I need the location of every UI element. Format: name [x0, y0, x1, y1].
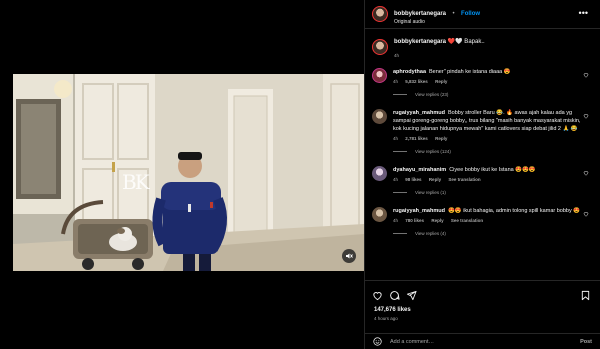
view-replies-label: View replies (124): [415, 149, 451, 154]
action-bar: [365, 281, 600, 303]
separator-dot: •: [452, 10, 455, 17]
see-translation-button[interactable]: See translation: [448, 177, 480, 182]
author-avatar[interactable]: [372, 6, 388, 22]
post-video[interactable]: BK: [13, 74, 364, 271]
commenter-avatar[interactable]: [372, 68, 387, 83]
comment-like-icon[interactable]: [583, 211, 589, 217]
post-side-panel: bobbykertanegara • Follow Original audio…: [364, 0, 600, 349]
author-username[interactable]: bobbykertanegara: [394, 11, 446, 17]
comment-reply-button[interactable]: Reply: [435, 136, 447, 141]
caption-time: 4h: [394, 53, 400, 58]
commenter-avatar[interactable]: [372, 109, 387, 124]
view-replies-button[interactable]: View replies (23): [393, 92, 593, 97]
bookmark-icon[interactable]: [580, 290, 591, 301]
comment-item: rugaiyyah_mahmud Bobby stroller Baru 😂. 🔥…: [372, 109, 593, 141]
post-comment-button[interactable]: Post: [580, 339, 592, 345]
comment-item: dyahayu_mirahanim Ciyee bobby ikut ke Ist…: [372, 166, 593, 182]
video-frame: [13, 74, 364, 271]
media-pane: BK: [0, 0, 364, 349]
comment-time: 4h: [393, 136, 399, 141]
commenter-username[interactable]: dyahayu_mirahanim: [393, 167, 446, 173]
post-likes-count[interactable]: 147,676 likes: [365, 303, 600, 313]
comment-likes[interactable]: 2,781 likes: [405, 136, 428, 141]
comment-item: aphrodythaa Bener" pindah ke istana diaaa…: [372, 68, 593, 84]
comment-reply-button[interactable]: Reply: [429, 177, 441, 182]
view-replies-label: View replies (1): [415, 190, 446, 195]
commenter-username[interactable]: rugaiyyah_mahmud: [393, 110, 445, 116]
comment-reply-button[interactable]: Reply: [431, 218, 443, 223]
commenter-avatar[interactable]: [372, 166, 387, 181]
post-header: bobbykertanegara • Follow Original audio…: [365, 0, 600, 29]
replies-divider: [393, 94, 407, 95]
comment-reply-button[interactable]: Reply: [435, 79, 447, 84]
comment-likes[interactable]: 98 likes: [405, 177, 421, 182]
replies-divider: [393, 233, 407, 234]
see-translation-button[interactable]: See translation: [451, 218, 483, 223]
share-icon[interactable]: [406, 290, 417, 301]
comment-text: Bener" pindah ke istana diaaa 😍: [429, 69, 511, 75]
caption-avatar[interactable]: [372, 39, 388, 55]
view-replies-label: View replies (4): [415, 231, 446, 236]
video-watermark: BK: [122, 170, 150, 194]
post-caption: bobbykertanegara ❤️🤍 Bapak.. 4h: [372, 30, 593, 60]
comment-text: 😍😍 ikut bahagia, admin tolong spill kama…: [447, 208, 581, 214]
comment-like-icon[interactable]: [583, 113, 589, 119]
commenter-avatar[interactable]: [372, 207, 387, 222]
comment-likes[interactable]: 780 likes: [405, 218, 424, 223]
comment-item: rugaiyyah_mahmud 😍😍 ikut bahagia, admin t…: [372, 207, 593, 223]
caption-username[interactable]: bobbykertanegara: [394, 39, 446, 45]
comment-text: Ciyee bobby ikut ke Istana 😍😍😍: [449, 167, 536, 173]
heart-icon[interactable]: [372, 290, 383, 301]
view-replies-button[interactable]: View replies (124): [393, 149, 593, 154]
post-footer: 147,676 likes 4 hours ago Post: [365, 280, 600, 349]
view-replies-button[interactable]: View replies (1): [393, 190, 593, 195]
caption-text: ❤️🤍 Bapak..: [447, 39, 485, 45]
audio-label[interactable]: Original audio: [394, 20, 480, 26]
emoji-icon[interactable]: [373, 337, 382, 346]
comment-like-icon[interactable]: [583, 72, 589, 78]
replies-divider: [393, 192, 407, 193]
mute-icon: [346, 253, 353, 259]
view-replies-button[interactable]: View replies (4): [393, 231, 593, 236]
comment-time: 4h: [393, 177, 399, 182]
commenter-username[interactable]: rugaiyyah_mahmud: [393, 208, 445, 214]
comment-time: 4h: [393, 218, 399, 223]
follow-button[interactable]: Follow: [461, 11, 480, 17]
comment-likes[interactable]: 5,832 likes: [405, 79, 428, 84]
post-timestamp: 4 hours ago: [374, 316, 398, 321]
comment-icon[interactable]: [389, 290, 400, 301]
commenter-username[interactable]: aphrodythaa: [393, 69, 426, 75]
view-replies-label: View replies (23): [415, 92, 449, 97]
comment-time: 4h: [393, 79, 399, 84]
add-comment-input[interactable]: [390, 338, 581, 345]
comments-list[interactable]: bobbykertanegara ❤️🤍 Bapak.. 4h aphrodyt…: [365, 30, 600, 280]
replies-divider: [393, 151, 407, 152]
comment-like-icon[interactable]: [583, 170, 589, 176]
more-options-button[interactable]: •••: [579, 8, 588, 18]
add-comment-bar: Post: [365, 333, 600, 349]
mute-button[interactable]: [342, 249, 356, 263]
